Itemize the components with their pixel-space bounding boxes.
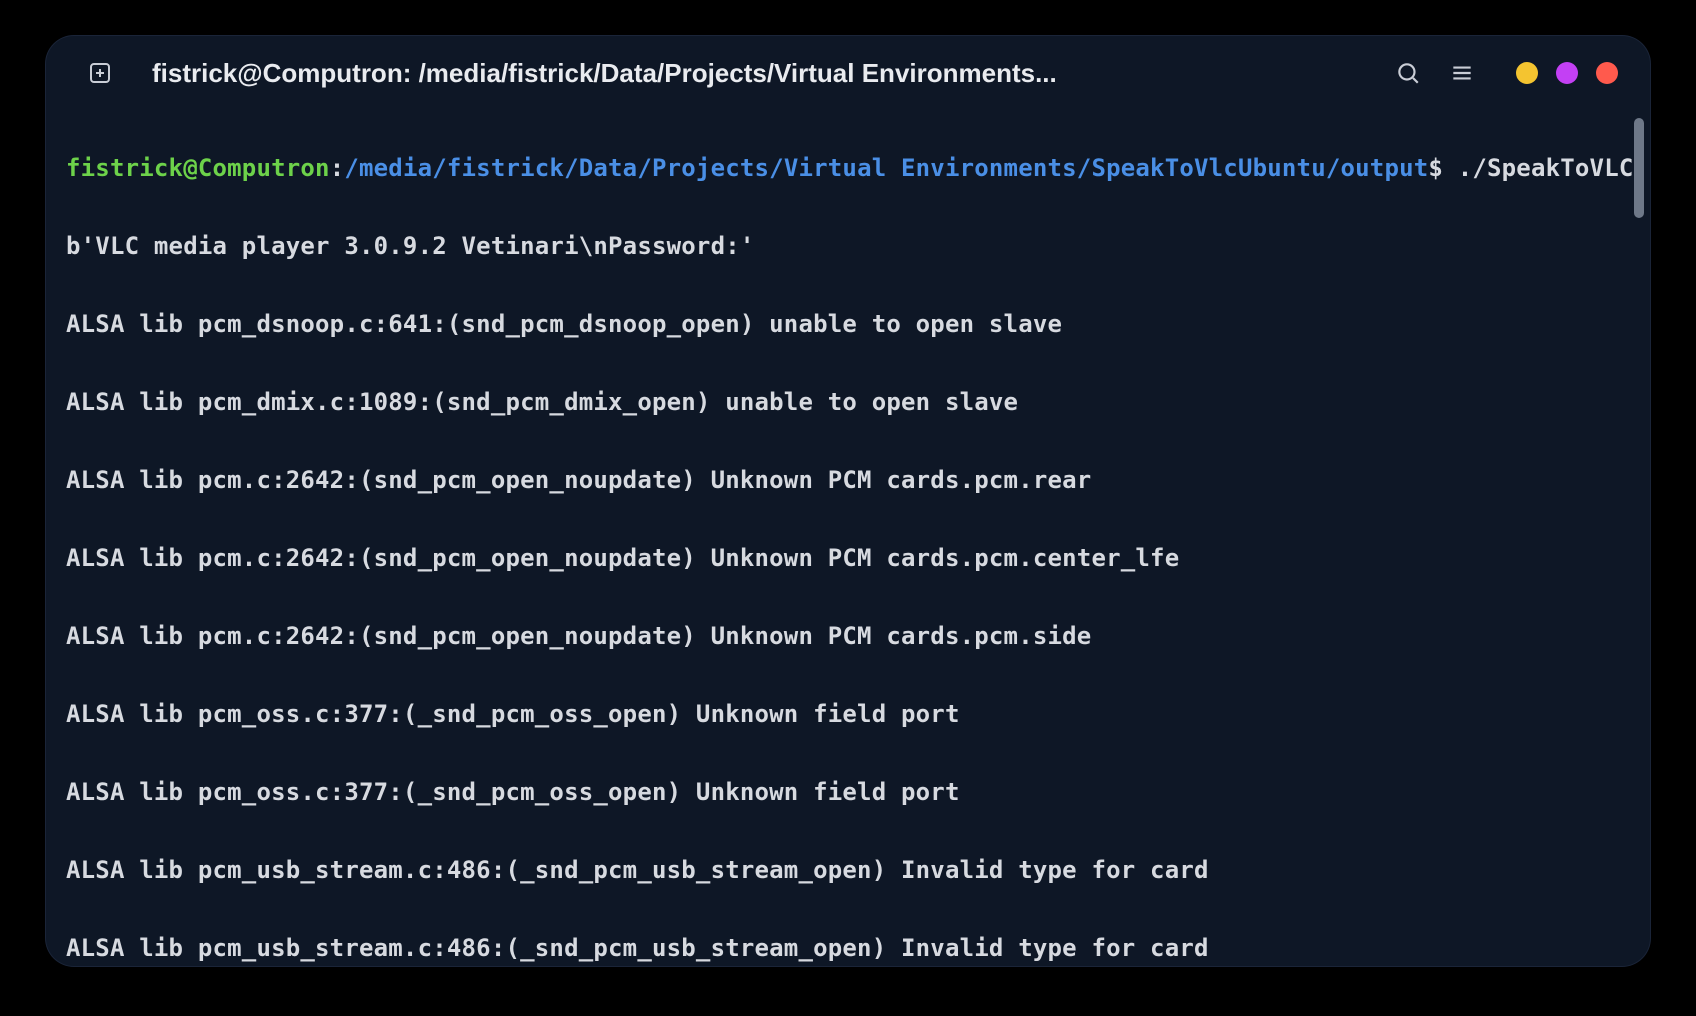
close-button[interactable] bbox=[1596, 62, 1618, 84]
terminal-output: fistrick@Computron:/media/fistrick/Data/… bbox=[66, 110, 1644, 966]
maximize-button[interactable] bbox=[1556, 62, 1578, 84]
window-controls bbox=[1516, 62, 1618, 84]
output-line: ALSA lib pcm.c:2642:(snd_pcm_open_noupda… bbox=[66, 539, 1644, 578]
window-title: fistrick@Computron: /media/fistrick/Data… bbox=[132, 58, 1376, 89]
scrollbar-thumb[interactable] bbox=[1634, 118, 1644, 218]
output-line: ALSA lib pcm_usb_stream.c:486:(_snd_pcm_… bbox=[66, 929, 1644, 966]
terminal-window: fistrick@Computron: /media/fistrick/Data… bbox=[46, 36, 1650, 966]
prompt-path: /media/fistrick/Data/Projects/Virtual En… bbox=[344, 154, 1428, 182]
output-line: ALSA lib pcm_dmix.c:1089:(snd_pcm_dmix_o… bbox=[66, 383, 1644, 422]
prompt-line: fistrick@Computron:/media/fistrick/Data/… bbox=[66, 149, 1644, 188]
terminal-body[interactable]: fistrick@Computron:/media/fistrick/Data/… bbox=[46, 110, 1650, 966]
output-line: ALSA lib pcm.c:2642:(snd_pcm_open_noupda… bbox=[66, 617, 1644, 656]
output-line: b'VLC media player 3.0.9.2 Vetinari\nPas… bbox=[66, 227, 1644, 266]
prompt-dollar: $ bbox=[1428, 154, 1457, 182]
titlebar-actions bbox=[1394, 59, 1618, 87]
output-line: ALSA lib pcm_dsnoop.c:641:(snd_pcm_dsnoo… bbox=[66, 305, 1644, 344]
output-line: ALSA lib pcm.c:2642:(snd_pcm_open_noupda… bbox=[66, 461, 1644, 500]
titlebar: fistrick@Computron: /media/fistrick/Data… bbox=[46, 36, 1650, 110]
prompt-colon: : bbox=[330, 154, 345, 182]
output-line: ALSA lib pcm_usb_stream.c:486:(_snd_pcm_… bbox=[66, 851, 1644, 890]
new-tab-icon[interactable] bbox=[86, 59, 114, 87]
output-line: ALSA lib pcm_oss.c:377:(_snd_pcm_oss_ope… bbox=[66, 695, 1644, 734]
minimize-button[interactable] bbox=[1516, 62, 1538, 84]
output-line: ALSA lib pcm_oss.c:377:(_snd_pcm_oss_ope… bbox=[66, 773, 1644, 812]
hamburger-menu-icon[interactable] bbox=[1448, 59, 1476, 87]
prompt-user-host: fistrick@Computron bbox=[66, 154, 330, 182]
search-icon[interactable] bbox=[1394, 59, 1422, 87]
prompt-command: ./SpeakToVLC bbox=[1458, 154, 1634, 182]
